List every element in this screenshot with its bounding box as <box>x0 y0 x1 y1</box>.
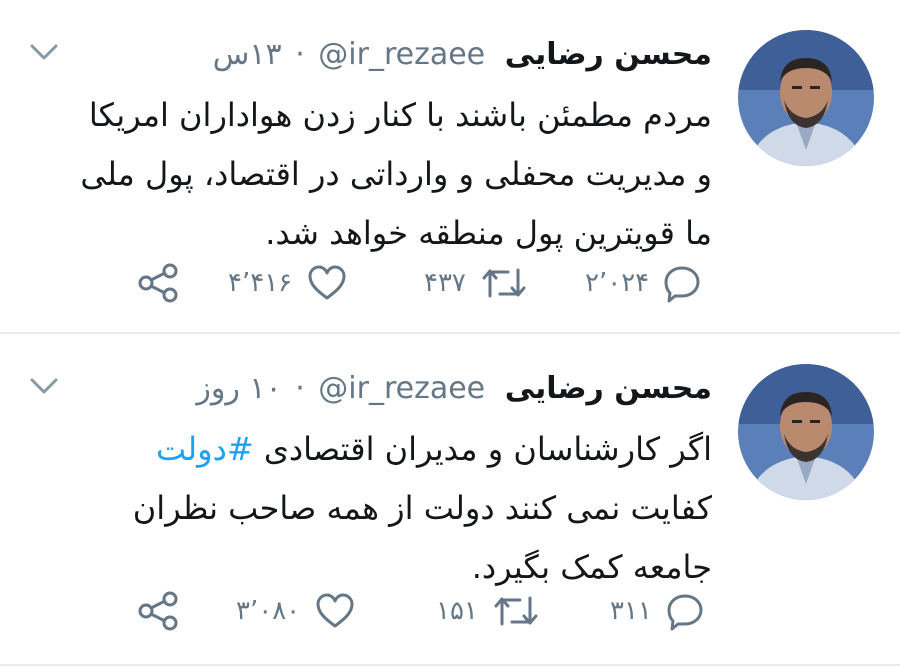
share-icon[interactable] <box>134 262 182 304</box>
tweet-text-part: کفایت نمی کنند دولت از همه صاحب نظران جا… <box>132 489 712 586</box>
share-action[interactable] <box>134 258 182 308</box>
separator: · <box>295 371 305 406</box>
retweet-action[interactable]: ۱۵۱ <box>436 586 540 636</box>
separator: · <box>295 37 305 72</box>
author-name[interactable]: محسن رضایی <box>505 37 712 72</box>
like-count: ۴٬۴۱۶ <box>228 268 293 298</box>
tweet-header: محسن رضایی @ir_rezaee · ۱۳س <box>213 30 712 80</box>
tweet-text: اگر کارشناسان و مدیران اقتصادی #دولت کفا… <box>72 420 712 597</box>
reply-icon[interactable] <box>664 590 706 632</box>
chevron-down-icon[interactable] <box>24 372 64 400</box>
retweet-count: ۱۵۱ <box>436 596 478 626</box>
like-action[interactable]: ۴٬۴۱۶ <box>228 258 348 308</box>
hashtag-link[interactable]: #دولت <box>156 430 254 468</box>
avatar[interactable] <box>738 30 874 166</box>
retweet-icon[interactable] <box>492 590 540 632</box>
chevron-down-icon[interactable] <box>24 38 64 66</box>
tweet[interactable]: محسن رضایی @ir_rezaee · ۱۳س مردم مطمئن ب… <box>0 0 900 334</box>
author-handle[interactable]: @ir_rezaee <box>318 37 485 72</box>
tweet-feed: محسن رضایی @ir_rezaee · ۱۳س مردم مطمئن ب… <box>0 0 900 668</box>
retweet-icon[interactable] <box>480 262 528 304</box>
heart-icon[interactable] <box>314 590 356 632</box>
reply-action[interactable]: ۲٬۰۲۴ <box>585 258 703 308</box>
author-name[interactable]: محسن رضایی <box>505 371 712 406</box>
tweet[interactable]: محسن رضایی @ir_rezaee · ۱۰ روز اگر کارشن… <box>0 334 900 666</box>
reply-action[interactable]: ۳۱۱ <box>610 586 706 636</box>
heart-icon[interactable] <box>306 262 348 304</box>
like-count: ۳٬۰۸۰ <box>236 596 301 626</box>
timestamp[interactable]: ۱۰ روز <box>196 371 281 406</box>
tweet-actions: ۲٬۰۲۴ ۴۳۷ ۴٬۴۱۶ <box>0 258 720 308</box>
share-icon[interactable] <box>134 590 182 632</box>
tweet-header: محسن رضایی @ir_rezaee · ۱۰ روز <box>196 364 712 414</box>
like-action[interactable]: ۳٬۰۸۰ <box>236 586 356 636</box>
reply-count: ۳۱۱ <box>610 596 652 626</box>
retweet-action[interactable]: ۴۳۷ <box>424 258 528 308</box>
tweet-text-part: اگر کارشناسان و مدیران اقتصادی <box>253 430 712 468</box>
author-handle[interactable]: @ir_rezaee <box>318 371 485 406</box>
avatar[interactable] <box>738 364 874 500</box>
timestamp[interactable]: ۱۳س <box>213 37 282 72</box>
reply-count: ۲٬۰۲۴ <box>585 268 650 298</box>
share-action[interactable] <box>134 586 182 636</box>
tweet-actions: ۳۱۱ ۱۵۱ ۳٬۰۸۰ <box>0 586 720 636</box>
tweet-text: مردم مطمئن باشند با کنار زدن هواداران ام… <box>80 96 712 252</box>
reply-icon[interactable] <box>661 262 703 304</box>
retweet-count: ۴۳۷ <box>424 268 466 298</box>
